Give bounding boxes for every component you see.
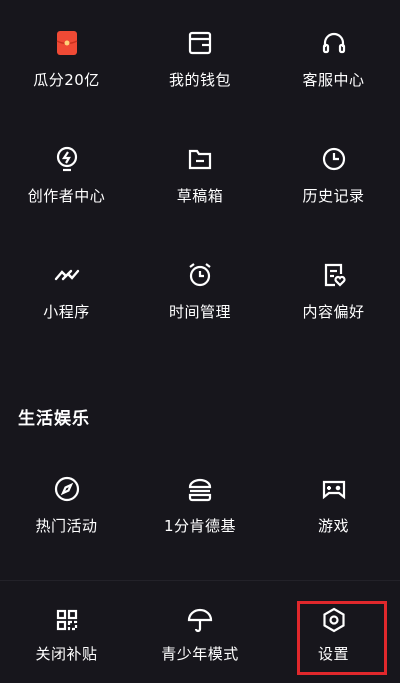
bottom-item-close-subsidy[interactable]: 关闭补贴 <box>0 581 133 683</box>
alarm-clock-icon <box>185 260 215 290</box>
red-envelope-icon <box>52 28 82 58</box>
menu-item-label: 我的钱包 <box>168 71 231 89</box>
section-title: 生活娱乐 <box>18 409 90 429</box>
menu-item-kfc[interactable]: 1分肯德基 <box>133 446 267 562</box>
bottom-item-settings[interactable]: 设置 <box>267 581 400 683</box>
bottom-bar: 关闭补贴 青少年模式 设置 <box>0 580 400 683</box>
menu-page: 瓜分20亿 我的钱包 客服中心 创作者中心 草稿箱 历史记录 小程序 时间管理 … <box>0 0 400 682</box>
menu-item-history[interactable]: 历史记录 <box>267 116 400 232</box>
bottom-item-label: 设置 <box>317 645 349 663</box>
menu-item-time-management[interactable]: 时间管理 <box>133 232 267 348</box>
menu-item-label: 创作者中心 <box>27 187 106 205</box>
hexagon-gear-icon <box>319 605 349 635</box>
headset-icon <box>319 28 349 58</box>
menu-item-drafts[interactable]: 草稿箱 <box>133 116 267 232</box>
menu-item-label: 1分肯德基 <box>163 517 237 535</box>
menu-item-customer-service[interactable]: 客服中心 <box>267 0 400 116</box>
bottom-item-label: 关闭补贴 <box>35 645 98 663</box>
menu-item-label: 草稿箱 <box>176 187 224 205</box>
menu-item-wallet[interactable]: 我的钱包 <box>133 0 267 116</box>
menu-item-label: 时间管理 <box>168 303 231 321</box>
bottom-item-label: 青少年模式 <box>161 645 239 663</box>
menu-item-label: 历史记录 <box>302 187 365 205</box>
menu-item-label: 小程序 <box>43 303 90 321</box>
menu-item-label: 游戏 <box>317 517 349 535</box>
menu-item-mini-program[interactable]: 小程序 <box>0 232 133 348</box>
grid-icon <box>52 605 82 635</box>
umbrella-icon <box>185 605 215 635</box>
wallet-icon <box>185 28 215 58</box>
bottom-item-teen-mode[interactable]: 青少年模式 <box>133 581 267 683</box>
menu-item-label: 客服中心 <box>302 71 365 89</box>
menu-item-label: 热门活动 <box>35 517 98 535</box>
clock-icon <box>319 144 349 174</box>
compass-icon <box>52 474 82 504</box>
menu-item-label: 内容偏好 <box>302 303 365 321</box>
tools-grid: 瓜分20亿 我的钱包 客服中心 创作者中心 草稿箱 历史记录 小程序 时间管理 … <box>0 0 400 348</box>
mini-program-icon <box>52 260 82 290</box>
lightbulb-icon <box>52 144 82 174</box>
life-grid: 热门活动 1分肯德基 游戏 <box>0 446 400 562</box>
menu-item-games[interactable]: 游戏 <box>267 446 400 562</box>
gamepad-icon <box>319 474 349 504</box>
heart-document-icon <box>319 260 349 290</box>
menu-item-red-envelope[interactable]: 瓜分20亿 <box>0 0 133 116</box>
burger-icon <box>185 474 215 504</box>
menu-item-hot-activities[interactable]: 热门活动 <box>0 446 133 562</box>
menu-item-creator-center[interactable]: 创作者中心 <box>0 116 133 232</box>
menu-item-label: 瓜分20亿 <box>33 71 100 89</box>
folder-icon <box>185 144 215 174</box>
menu-item-content-preference[interactable]: 内容偏好 <box>267 232 400 348</box>
